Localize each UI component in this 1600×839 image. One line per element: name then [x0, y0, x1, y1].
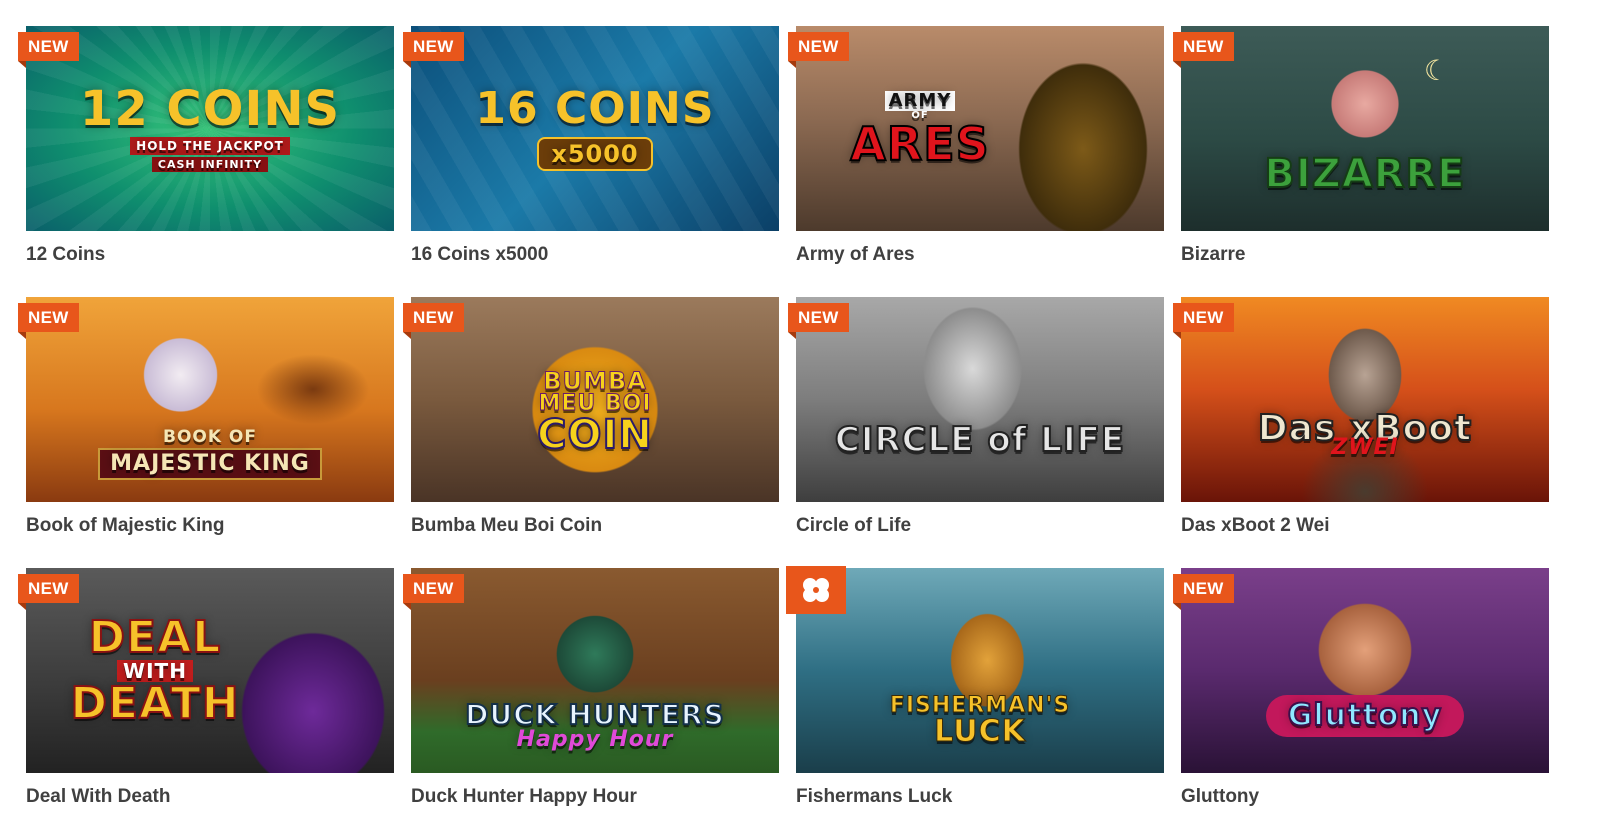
new-badge: NEW	[1173, 303, 1234, 339]
moon-icon: ☾	[1423, 55, 1449, 86]
logo-line3: COIN	[536, 411, 653, 458]
clover-icon	[803, 578, 829, 602]
game-logo: Das xBoot ZWEI	[1257, 409, 1472, 459]
game-card[interactable]: DUCK HUNTERS Happy Hour NEW Duck Hunter …	[403, 568, 779, 839]
reaper-art	[796, 297, 1164, 502]
new-badge: NEW	[18, 574, 79, 610]
logo-line1: Gluttony	[1265, 694, 1465, 737]
logo-line2: MAJESTIC KING	[98, 448, 322, 480]
logo-line2: x5000	[537, 136, 653, 171]
game-logo: FISHERMAN'S LUCK	[889, 694, 1070, 749]
game-logo: BUMBA MEU BOI COIN	[536, 366, 653, 458]
logo-line3: DEATH	[69, 677, 240, 729]
game-title[interactable]: 16 Coins x5000	[411, 244, 779, 266]
logo-line2: HOLD THE JACKPOT	[130, 137, 290, 155]
game-thumbnail[interactable]: BOOK OF MAJESTIC KING	[26, 297, 394, 502]
new-badge: NEW	[788, 303, 849, 339]
game-logo: CIRCLE of LIFE	[834, 419, 1126, 460]
game-logo: 12 COINS HOLD THE JACKPOT CASH INFINITY	[80, 85, 340, 172]
new-badge: NEW	[18, 32, 79, 68]
game-thumbnail[interactable]: ☾ BIZARRE	[1181, 26, 1549, 231]
game-logo: DEAL WITH DEATH	[69, 611, 240, 729]
game-title[interactable]: Army of Ares	[796, 244, 1164, 266]
clover-badge	[786, 566, 846, 614]
new-badge: NEW	[403, 303, 464, 339]
game-title[interactable]: Duck Hunter Happy Hour	[411, 786, 779, 808]
logo-line3: CASH INFINITY	[151, 157, 269, 172]
logo-line1: 12 COINS	[79, 81, 341, 137]
game-card[interactable]: DEAL WITH DEATH NEW Deal With Death	[18, 568, 394, 839]
logo-line2: Happy Hour	[516, 726, 674, 752]
game-card[interactable]: Das xBoot ZWEI NEW Das xBoot 2 Wei	[1173, 297, 1549, 568]
game-card[interactable]: 12 COINS HOLD THE JACKPOT CASH INFINITY …	[18, 26, 394, 297]
game-thumbnail[interactable]: DEAL WITH DEATH	[26, 568, 394, 773]
logo-line3: ARES	[849, 116, 990, 171]
captain-art	[1181, 297, 1549, 502]
game-card[interactable]: ARMY OF ARES NEW Army of Ares	[788, 26, 1164, 297]
logo-line1: BIZARRE	[1263, 150, 1466, 197]
logo-line1: 16 COINS	[475, 82, 715, 134]
logo-line1: BUMBA	[543, 366, 647, 395]
game-logo: BIZARRE	[1263, 150, 1466, 197]
game-title[interactable]: Gluttony	[1181, 786, 1549, 808]
game-card[interactable]: CIRCLE of LIFE NEW Circle of Life	[788, 297, 1164, 568]
game-title[interactable]: Circle of Life	[796, 515, 1164, 537]
game-thumbnail[interactable]: CIRCLE of LIFE	[796, 297, 1164, 502]
game-title[interactable]: Das xBoot 2 Wei	[1181, 515, 1549, 537]
game-logo: Gluttony	[1265, 694, 1465, 737]
logo-line1: CIRCLE of LIFE	[834, 419, 1126, 460]
game-logo: 16 COINS x5000	[475, 82, 715, 171]
game-thumbnail[interactable]: BUMBA MEU BOI COIN	[411, 297, 779, 502]
new-badge: NEW	[1173, 574, 1234, 610]
game-logo: BOOK OF MAJESTIC KING	[98, 429, 322, 480]
game-title[interactable]: 12 Coins	[26, 244, 394, 266]
game-thumbnail[interactable]: ARMY OF ARES	[796, 26, 1164, 231]
game-thumbnail[interactable]: FISHERMAN'S LUCK	[796, 568, 1164, 773]
character-art	[1181, 568, 1549, 773]
game-logo: DUCK HUNTERS Happy Hour	[464, 697, 725, 752]
game-title[interactable]: Deal With Death	[26, 786, 394, 808]
game-title[interactable]: Book of Majestic King	[26, 515, 394, 537]
game-thumbnail[interactable]: DUCK HUNTERS Happy Hour	[411, 568, 779, 773]
new-badge: NEW	[403, 32, 464, 68]
game-card[interactable]: BUMBA MEU BOI COIN NEW Bumba Meu Boi Coi…	[403, 297, 779, 568]
game-thumbnail[interactable]: 16 COINS x5000	[411, 26, 779, 231]
logo-line1: ARMY	[884, 90, 956, 111]
game-title[interactable]: Bumba Meu Boi Coin	[411, 515, 779, 537]
game-thumbnail[interactable]: 12 COINS HOLD THE JACKPOT CASH INFINITY	[26, 26, 394, 231]
game-title[interactable]: Bizarre	[1181, 244, 1549, 266]
character-head-art	[1181, 26, 1549, 231]
game-card[interactable]: BOOK OF MAJESTIC KING NEW Book of Majest…	[18, 297, 394, 568]
logo-line1: DEAL	[88, 611, 222, 663]
game-card[interactable]: 16 COINS x5000 NEW 16 Coins x5000	[403, 26, 779, 297]
logo-line1: DUCK HUNTERS	[464, 697, 725, 731]
logo-line2: LUCK	[934, 713, 1026, 749]
game-grid: 12 COINS HOLD THE JACKPOT CASH INFINITY …	[18, 26, 1549, 839]
new-badge: NEW	[403, 574, 464, 610]
game-thumbnail[interactable]: Gluttony	[1181, 568, 1549, 773]
new-badge: NEW	[1173, 32, 1234, 68]
new-badge: NEW	[18, 303, 79, 339]
game-card[interactable]: ☾ BIZARRE NEW Bizarre	[1173, 26, 1549, 297]
logo-line1: BOOK OF	[162, 427, 258, 447]
game-card[interactable]: Gluttony NEW Gluttony	[1173, 568, 1549, 839]
new-badge: NEW	[788, 32, 849, 68]
game-card[interactable]: FISHERMAN'S LUCK Fishermans Luck	[786, 566, 1164, 839]
game-thumbnail[interactable]: Das xBoot ZWEI	[1181, 297, 1549, 502]
game-logo: ARMY OF ARES	[849, 90, 990, 171]
game-title[interactable]: Fishermans Luck	[796, 786, 1164, 808]
